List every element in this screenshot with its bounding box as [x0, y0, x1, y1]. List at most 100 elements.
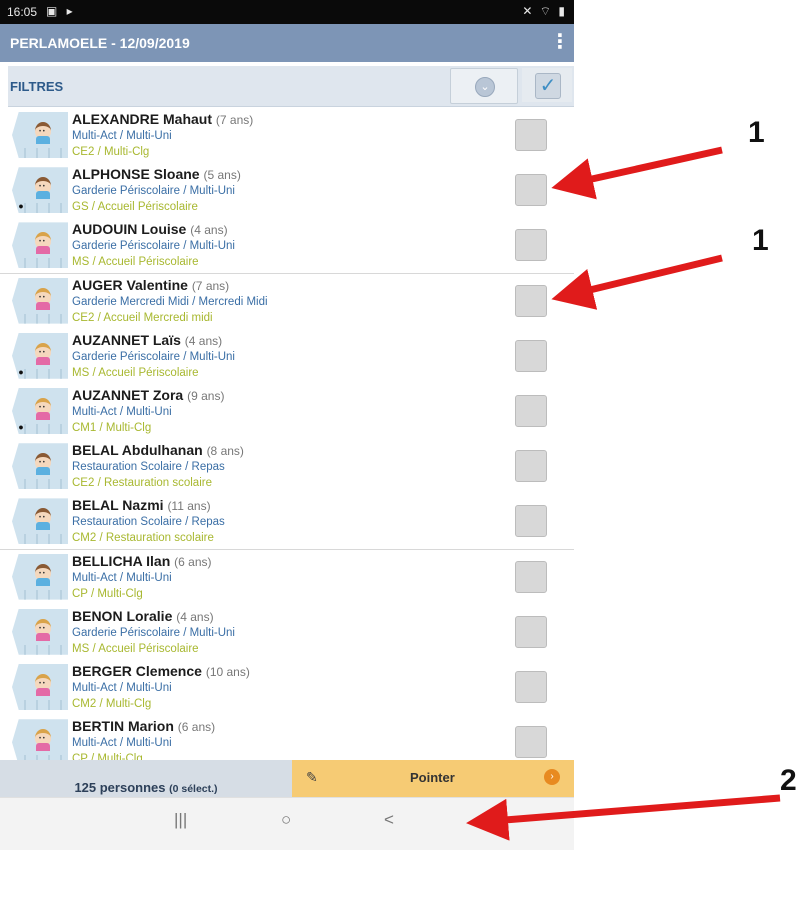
- children-list[interactable]: • • ALEXANDRE Mahaut (7 ans) Multi-Act / M…: [0, 108, 574, 760]
- child-activity: Multi-Act / Multi-Uni: [72, 130, 172, 142]
- page-title: PERLAMOELE - 12/09/2019: [10, 35, 190, 51]
- child-age: (7 ans): [191, 278, 230, 293]
- girl-avatar-icon: • •: [32, 617, 54, 643]
- select-checkbox[interactable]: [515, 284, 547, 317]
- child-avatar: • •: [12, 498, 68, 545]
- child-class: CE2 / Restauration scolaire: [72, 477, 212, 490]
- select-checkbox[interactable]: [515, 671, 547, 703]
- select-checkbox[interactable]: [515, 615, 547, 648]
- child-name: BELLICHA Ilan (6 ans): [72, 552, 212, 569]
- boy-avatar-icon: • •: [32, 120, 54, 146]
- child-avatar: • •: [12, 664, 68, 710]
- list-item[interactable]: • • BERGER Clemence (10 ans) Multi-Act / M…: [0, 660, 574, 716]
- phone-screen: 16:05 ▣ ▸ ✕ ⌔ ▮ PERLAMOELE - 12/09/2019 …: [0, 0, 574, 908]
- child-age: (5 ans): [203, 168, 241, 183]
- child-class: CM2 / Restauration scolaire: [72, 532, 214, 545]
- boy-avatar-icon: • •: [32, 562, 54, 588]
- pencil-icon: ✎: [306, 769, 318, 785]
- list-item[interactable]: • • BERTIN Marion (6 ans) Multi-Act / Mult…: [0, 715, 574, 760]
- people-count: 125 personnes: [74, 780, 166, 795]
- child-name: AUDOUIN Louise (4 ans): [72, 221, 228, 238]
- select-checkbox[interactable]: [515, 560, 547, 593]
- child-activity: Multi-Act / Multi-Uni: [72, 406, 172, 418]
- child-avatar: • •: [12, 719, 68, 760]
- pointer-button[interactable]: ✎ Pointer ›: [292, 760, 574, 797]
- child-avatar: • •: [12, 608, 68, 655]
- list-item[interactable]: • • AUDOUIN Louise (4 ans) Garderie Périsc…: [0, 218, 574, 275]
- list-item[interactable]: • • ALEXANDRE Mahaut (7 ans) Multi-Act / M…: [0, 108, 574, 164]
- child-age: (4 ans): [190, 223, 228, 238]
- back-button[interactable]: <: [384, 810, 394, 830]
- child-activity: Restauration Scolaire / Repas: [72, 516, 225, 529]
- list-item[interactable]: • • ● ALPHONSE Sloane (5 ans) Garderie Péri…: [0, 163, 574, 220]
- list-item[interactable]: • • ● AUZANNET Laïs (4 ans) Garderie Périsc…: [0, 328, 574, 385]
- child-activity: Garderie Périscolaire / Multi-Uni: [72, 185, 235, 198]
- child-class: GS / Accueil Périscolaire: [72, 201, 198, 214]
- selected-count: (0 sélect.): [169, 783, 218, 795]
- girl-avatar-icon: • •: [32, 727, 54, 753]
- list-item[interactable]: • • BELAL Abdulhanan (8 ans) Restauration …: [0, 439, 574, 496]
- status-bar: 16:05 ▣ ▸ ✕ ⌔ ▮: [0, 0, 574, 24]
- girl-avatar-icon: • •: [32, 672, 54, 698]
- select-checkbox[interactable]: [515, 726, 547, 759]
- select-checkbox[interactable]: [515, 395, 547, 427]
- child-class: CP / Multi-Clg: [72, 753, 143, 760]
- select-checkbox[interactable]: [515, 339, 547, 372]
- select-checkbox[interactable]: [515, 229, 547, 262]
- child-name: ALPHONSE Sloane (5 ans): [72, 166, 241, 183]
- child-age: (9 ans): [187, 389, 225, 403]
- child-class: CP / Multi-Clg: [72, 587, 143, 600]
- annotation-label-1: 1: [748, 116, 765, 149]
- list-item[interactable]: • • AUGER Valentine (7 ans) Garderie Mercr…: [0, 273, 574, 330]
- boy-avatar-icon: • •: [32, 175, 54, 201]
- child-age: (6 ans): [174, 554, 212, 569]
- notification-icons: ▣ ▸: [46, 4, 76, 18]
- child-activity: Garderie Périscolaire / Multi-Uni: [72, 626, 235, 639]
- child-avatar: • • ●: [12, 167, 68, 214]
- child-age: (10 ans): [205, 665, 250, 679]
- recents-button[interactable]: |||: [174, 810, 187, 830]
- child-class: CE2 / Multi-Clg: [72, 146, 150, 158]
- annotation-label-2: 2: [780, 764, 797, 797]
- list-item[interactable]: • • BELAL Nazmi (11 ans) Restauration Scol…: [0, 494, 574, 551]
- child-name: AUGER Valentine (7 ans): [72, 276, 230, 293]
- child-name: AUZANNET Zora (9 ans): [72, 387, 225, 403]
- child-class: CM2 / Multi-Clg: [72, 698, 152, 710]
- child-name: ALEXANDRE Mahaut (7 ans): [72, 111, 254, 127]
- select-checkbox[interactable]: [515, 505, 547, 538]
- select-checkbox[interactable]: [515, 450, 547, 483]
- pointer-label: Pointer: [410, 770, 455, 785]
- girl-avatar-icon: • •: [32, 396, 54, 422]
- child-class: CE2 / Accueil Mercredi midi: [72, 311, 213, 324]
- filters-dropdown-button[interactable]: ⌄: [450, 68, 518, 104]
- filters-apply-button[interactable]: ✓: [522, 68, 572, 102]
- child-age: (11 ans): [167, 499, 211, 514]
- home-button[interactable]: ○: [281, 810, 291, 830]
- list-item[interactable]: • • BELLICHA Ilan (6 ans) Multi-Act / Mult…: [0, 549, 574, 606]
- filters-label[interactable]: FILTRES: [10, 79, 63, 94]
- child-class: MS / Accueil Périscolaire: [72, 366, 199, 379]
- system-status-icons: ✕ ⌔ ▮: [522, 4, 567, 18]
- child-avatar: • • ●: [12, 388, 68, 434]
- chevron-down-icon: ⌄: [475, 77, 495, 97]
- annotation-arrow-1: [551, 146, 723, 200]
- child-age: (8 ans): [206, 444, 244, 459]
- girl-avatar-icon: • •: [32, 230, 54, 256]
- child-age: (6 ans): [177, 720, 216, 735]
- child-avatar: • •: [12, 553, 68, 600]
- child-activity: Garderie Mercredi Midi / Mercredi Midi: [72, 295, 268, 308]
- list-item[interactable]: • • BENON Loralie (4 ans) Garderie Périsco…: [0, 604, 574, 661]
- more-vert-icon[interactable]: ⋮: [550, 31, 570, 55]
- annotation-arrow-1b: [551, 254, 723, 310]
- list-item[interactable]: • • ● AUZANNET Zora (9 ans) Multi-Act / Mul…: [0, 384, 574, 440]
- select-checkbox[interactable]: [515, 174, 547, 207]
- child-name: BELAL Nazmi (11 ans): [72, 497, 211, 514]
- bottom-bar: 125 personnes (0 sélect.) ✎ Pointer ›: [0, 760, 574, 797]
- child-avatar: • • ●: [12, 332, 68, 379]
- child-age: (7 ans): [215, 113, 254, 127]
- select-checkbox[interactable]: [515, 119, 547, 151]
- child-age: (4 ans): [184, 333, 223, 348]
- child-class: MS / Accueil Périscolaire: [72, 642, 199, 655]
- child-activity: Garderie Périscolaire / Multi-Uni: [72, 350, 235, 363]
- child-name: AUZANNET Laïs (4 ans): [72, 331, 223, 348]
